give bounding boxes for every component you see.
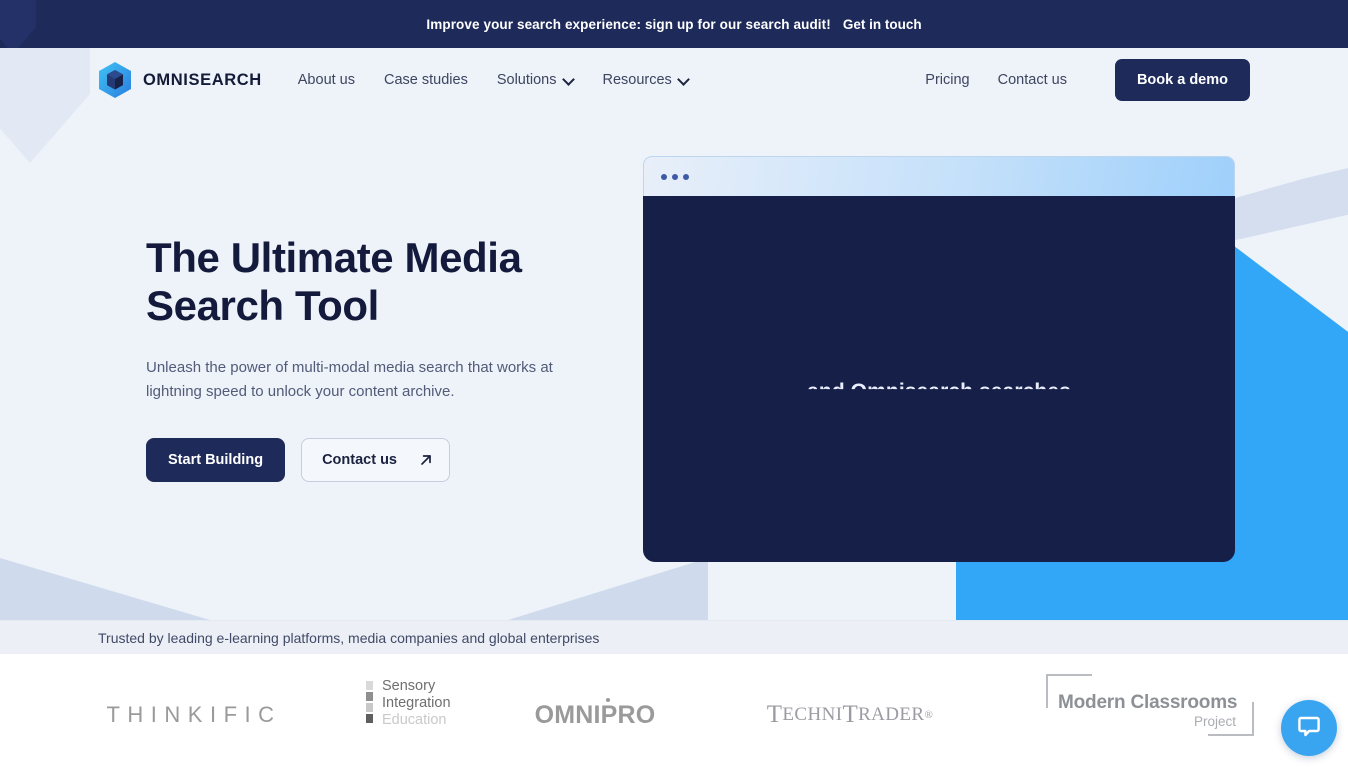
arrow-up-right-icon — [419, 453, 433, 467]
nav-item-label: Pricing — [925, 72, 970, 88]
browser-mockup: and Omnisearch searches — [643, 156, 1235, 566]
nav-right-group: Pricing Contact us Book a demo — [925, 59, 1250, 101]
announcement-bar: Improve your search experience: sign up … — [0, 0, 1348, 48]
announcement-link[interactable]: Get in touch — [843, 17, 922, 32]
book-a-demo-button[interactable]: Book a demo — [1114, 59, 1250, 101]
hero-cta-group: Start Building Contact us — [146, 437, 586, 482]
logo-omnipro-text: OMNIPRO — [534, 700, 656, 729]
chevron-down-icon — [679, 74, 689, 84]
page-root: Improve your search experience: sign up … — [0, 0, 1348, 768]
nav-item-about-us[interactable]: About us — [298, 72, 355, 88]
omnipro-dot-icon — [606, 698, 610, 702]
window-dots-icon — [661, 173, 689, 180]
sensory-bars-icon — [366, 681, 373, 723]
trusted-by-text: Trusted by leading e-learning platforms,… — [98, 629, 600, 646]
hero-title-line-2: Search Tool — [146, 281, 379, 329]
browser-mockup-titlebar — [643, 156, 1235, 196]
chat-widget-button[interactable] — [1281, 700, 1337, 756]
logo-line-1: Modern Classrooms — [1058, 692, 1238, 713]
nav-item-pricing[interactable]: Pricing — [925, 72, 969, 88]
nav-item-label: Solutions — [496, 72, 557, 88]
logo-line-2: Integration — [382, 694, 451, 711]
trusted-by-strip: Trusted by leading e-learning platforms,… — [0, 620, 1348, 654]
logo-sensory-integration-education: Sensory Integration Education — [366, 678, 546, 748]
hero-section: The Ultimate Media Search Tool Unleash t… — [0, 112, 1348, 620]
brand-name: OMNISEARCH — [143, 70, 262, 89]
nav-item-label: Case studies — [384, 72, 468, 88]
logo-thinkific: THINKIFIC — [106, 702, 282, 727]
nav-item-contact-us[interactable]: Contact us — [998, 72, 1067, 88]
main-navbar: OMNISEARCH About us Case studies Solutio… — [0, 48, 1348, 112]
logo-technitrader: T ECHNI T RADER ® — [730, 680, 970, 750]
chevron-down-icon — [564, 74, 574, 84]
nav-item-label: About us — [297, 72, 356, 88]
client-logo-bar: THINKIFIC Sensory Integration Education … — [0, 654, 1348, 768]
logo-technitrader-t1: T — [766, 701, 783, 728]
brand-logo[interactable]: OMNISEARCH — [98, 61, 262, 99]
announcement-text: Improve your search experience: sign up … — [426, 16, 831, 32]
nav-item-label: Resources — [602, 72, 672, 88]
logo-technitrader-rader: RADER — [858, 704, 925, 725]
nav-item-case-studies[interactable]: Case studies — [384, 72, 468, 88]
nav-item-resources[interactable]: Resources — [603, 72, 689, 88]
registered-trademark-icon: ® — [924, 709, 934, 721]
nav-links: About us Case studies Solutions Resource… — [298, 72, 689, 88]
logo-line-2: Project — [1193, 714, 1236, 729]
logo-technitrader-t2: T — [842, 701, 859, 728]
logo-line-3: Education — [382, 711, 447, 728]
page-title: The Ultimate Media Search Tool — [146, 234, 586, 330]
video-player-surface[interactable]: and Omnisearch searches — [643, 196, 1235, 562]
contact-us-button[interactable]: Contact us — [301, 437, 450, 482]
hexagon-cube-logo-icon — [98, 61, 132, 99]
start-building-button[interactable]: Start Building — [146, 437, 286, 482]
hero-copy: The Ultimate Media Search Tool Unleash t… — [146, 234, 586, 482]
hero-subtitle: Unleash the power of multi-modal media s… — [146, 358, 553, 400]
logo-modern-classrooms-project: Modern Classrooms Project — [1046, 674, 1254, 736]
logo-line-1: Sensory — [382, 678, 436, 694]
video-caption-text: and Omnisearch searches — [807, 380, 1071, 403]
contact-us-button-label: Contact us — [322, 451, 397, 468]
logo-omnipro: OMNIPRO — [520, 680, 670, 750]
logo-technitrader-echni: ECHNI — [782, 704, 843, 725]
hero-title-line-1: The Ultimate Media — [146, 234, 522, 281]
chat-bubble-icon — [1296, 713, 1322, 744]
sensory-wordmark: Sensory Integration Education — [382, 678, 451, 728]
nav-item-label: Contact us — [997, 72, 1067, 88]
nav-item-solutions[interactable]: Solutions — [497, 72, 574, 88]
